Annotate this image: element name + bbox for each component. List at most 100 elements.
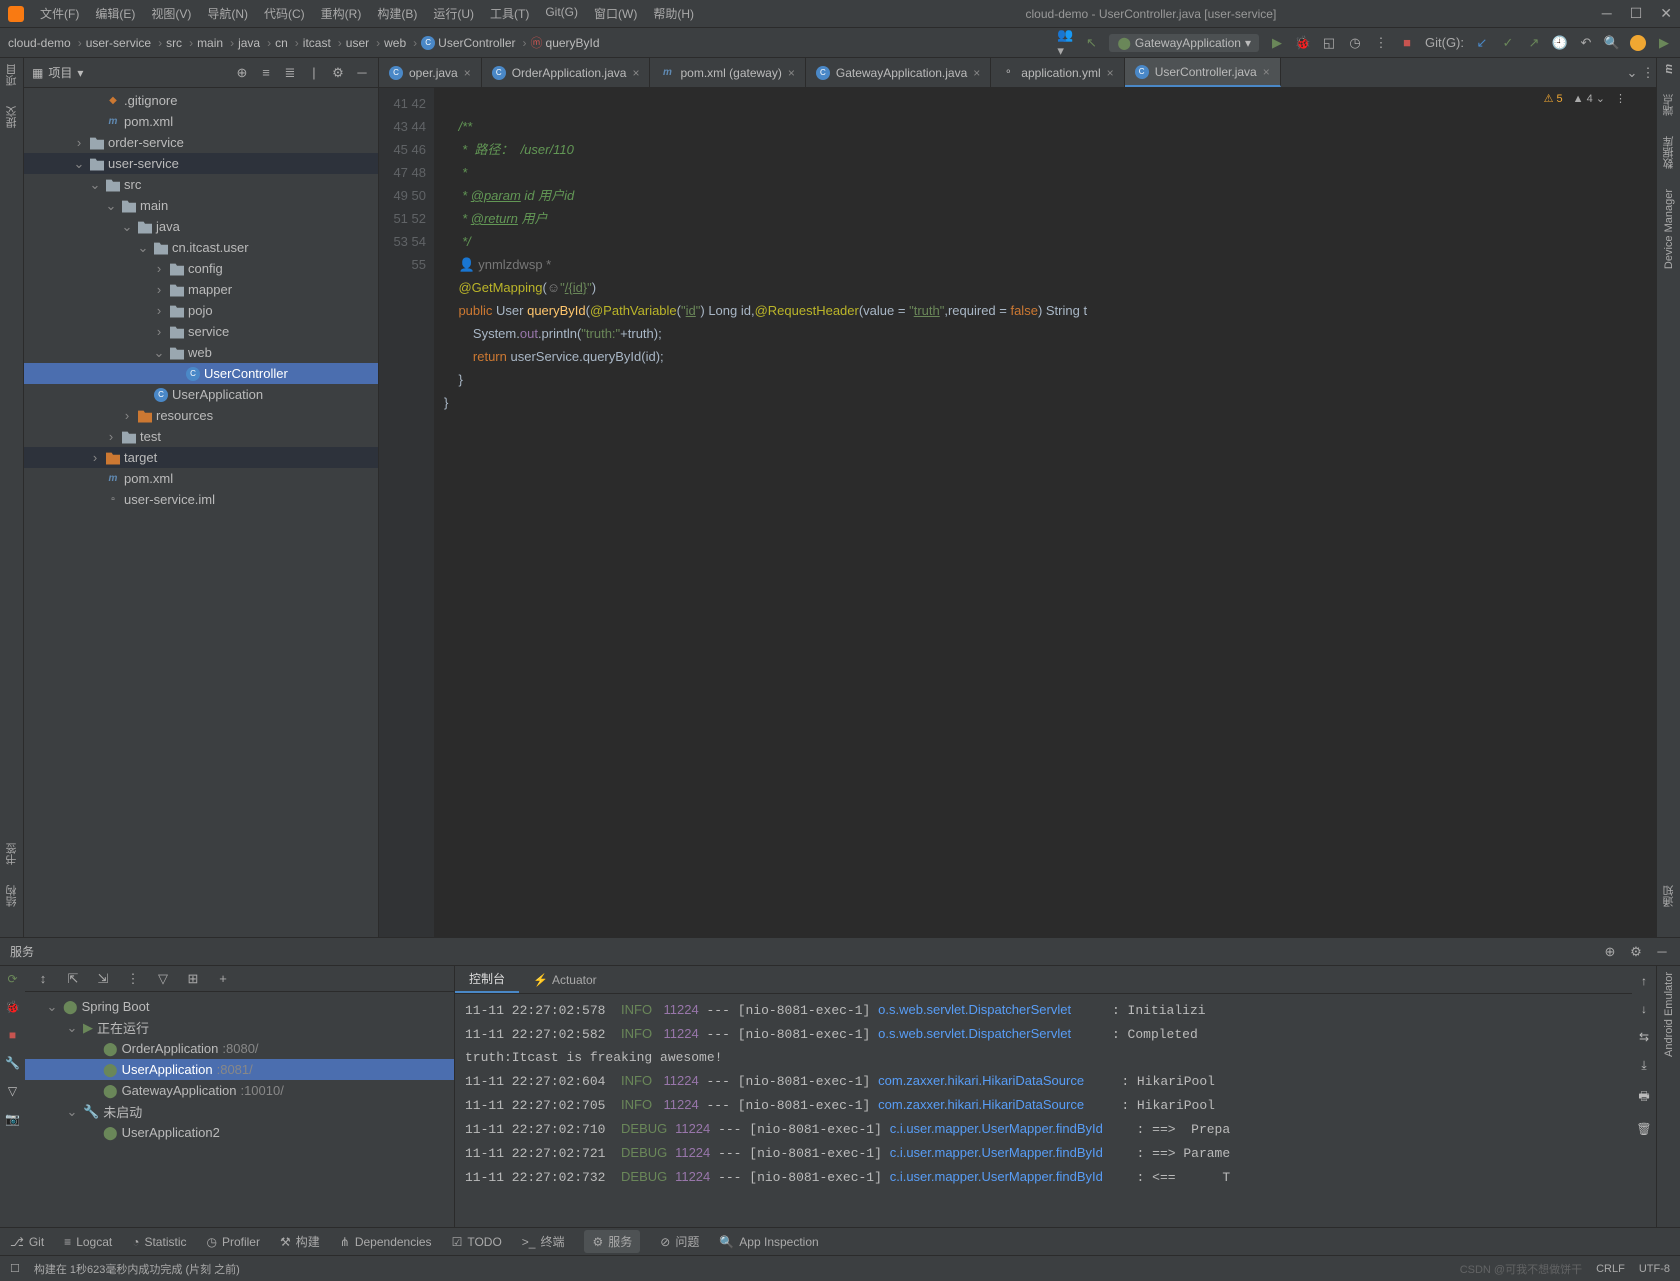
bottom-tab[interactable]: ☑TODO xyxy=(452,1235,502,1249)
git-commit-icon[interactable]: ✓ xyxy=(1500,35,1516,51)
service-node[interactable]: ⌄ 🔧 未启动 xyxy=(25,1101,454,1122)
editor-tab[interactable]: C GatewayApplication.java × xyxy=(806,58,991,87)
stop-icon[interactable]: ■ xyxy=(1399,35,1415,51)
stop-icon[interactable]: ■ xyxy=(9,1028,16,1042)
close-tab-icon[interactable]: × xyxy=(1263,65,1270,79)
profile-icon[interactable]: ◷ xyxy=(1347,35,1363,51)
collapse-icon[interactable]: ≣ xyxy=(282,65,298,81)
breadcrumb-item[interactable]: cn xyxy=(275,36,299,50)
wrench-icon[interactable]: 🔧 xyxy=(5,1056,20,1070)
tree-node[interactable]: ›service xyxy=(24,321,378,342)
bottom-tab[interactable]: ◷Profiler xyxy=(206,1235,260,1249)
tree-node[interactable]: CUserApplication xyxy=(24,384,378,405)
avatar-icon[interactable] xyxy=(1630,35,1646,51)
expand-icon[interactable]: ≡ xyxy=(258,65,274,81)
locate-icon[interactable]: ⊕ xyxy=(234,65,250,81)
toolbar-icon[interactable]: ↕ xyxy=(35,971,51,987)
tab-console[interactable]: 控制台 xyxy=(455,966,519,993)
tree-node[interactable]: ⌄user-service xyxy=(24,153,378,174)
up-icon[interactable]: ↑ xyxy=(1641,974,1647,988)
breadcrumb-item[interactable]: ⓜqueryById xyxy=(531,34,600,51)
breadcrumb-item[interactable]: cloud-demo xyxy=(8,36,82,50)
git-history-icon[interactable]: 🕘 xyxy=(1552,35,1568,51)
run-config-dropdown[interactable]: ⬤GatewayApplication▾ xyxy=(1109,34,1259,52)
service-node[interactable]: ⌄ ▶ 正在运行 xyxy=(25,1017,454,1038)
breadcrumb-item[interactable]: user-service xyxy=(86,36,162,50)
gear-icon[interactable]: ⚙ xyxy=(330,65,346,81)
tab-android-emulator[interactable]: Android Emulator xyxy=(1663,972,1675,1057)
chevron-down-icon[interactable]: ▾ xyxy=(77,66,83,80)
tab-database[interactable]: 数据库 xyxy=(1661,136,1677,169)
editor-tab[interactable]: C oper.java × xyxy=(379,58,482,87)
tab-bookmarks[interactable]: 书签 xyxy=(4,843,20,865)
code-content[interactable]: /** * 路径： /user/110 * * @param id 用户id *… xyxy=(434,88,1656,937)
git-push-icon[interactable]: ↗ xyxy=(1526,35,1542,51)
tree-node[interactable]: ›order-service xyxy=(24,132,378,153)
camera-icon[interactable]: 📷 xyxy=(5,1112,20,1126)
tree-node[interactable]: ›config xyxy=(24,258,378,279)
menu-item[interactable]: 帮助(H) xyxy=(647,3,700,24)
locate-icon[interactable]: ⊕ xyxy=(1602,944,1618,960)
breadcrumb-item[interactable]: CUserController xyxy=(421,36,526,50)
more-icon[interactable]: ⋮ xyxy=(1640,65,1656,81)
rerun-icon[interactable]: ⟳ xyxy=(7,972,17,986)
project-tree[interactable]: ◆.gitignore mpom.xml ›order-service ⌄use… xyxy=(24,88,378,937)
tree-node[interactable]: ›resources xyxy=(24,405,378,426)
toolbar-icon[interactable]: ⊞ xyxy=(185,971,201,987)
git-revert-icon[interactable]: ↶ xyxy=(1578,35,1594,51)
tree-node[interactable]: ◆.gitignore xyxy=(24,90,378,111)
tree-node[interactable]: ⌄web xyxy=(24,342,378,363)
services-tree[interactable]: ⌄ ⬤ Spring Boot ⌄ ▶ 正在运行 ⬤ OrderApplicat… xyxy=(25,992,454,1227)
menu-item[interactable]: 运行(U) xyxy=(427,3,480,24)
breadcrumb-item[interactable]: web xyxy=(384,36,417,50)
bottom-tab[interactable]: ⎇Git xyxy=(10,1235,44,1249)
bottom-tab[interactable]: ⚙服务 xyxy=(584,1230,640,1253)
menu-item[interactable]: Git(G) xyxy=(539,3,584,24)
editor-tab[interactable]: ⚬ application.yml × xyxy=(991,58,1124,87)
menu-item[interactable]: 构建(B) xyxy=(371,3,423,24)
tab-structure[interactable]: 结构 xyxy=(4,885,20,907)
close-icon[interactable]: ✕ xyxy=(1660,5,1672,22)
minimize-icon[interactable]: ─ xyxy=(1602,5,1612,22)
breadcrumb-item[interactable]: src xyxy=(166,36,193,50)
tree-node[interactable]: ›test xyxy=(24,426,378,447)
tree-node[interactable]: mpom.xml xyxy=(24,111,378,132)
bottom-tab[interactable]: ⊘问题 xyxy=(660,1233,699,1250)
bottom-tab[interactable]: ◔Statistic xyxy=(132,1235,186,1249)
tree-node[interactable]: CUserController xyxy=(24,363,378,384)
bottom-tab[interactable]: >_终端 xyxy=(522,1233,565,1250)
breadcrumb-item[interactable]: user xyxy=(346,36,380,50)
tab-notifications[interactable]: 通知 xyxy=(1661,885,1677,907)
editor-tab[interactable]: C UserController.java × xyxy=(1125,58,1281,87)
breadcrumb-item[interactable]: itcast xyxy=(303,36,342,50)
tree-node[interactable]: ▫user-service.iml xyxy=(24,489,378,510)
tree-node[interactable]: mpom.xml xyxy=(24,468,378,489)
menu-item[interactable]: 编辑(E) xyxy=(89,3,141,24)
inspection-indicators[interactable]: ⚠ 5 ▲ 4 ⌄ ⋮ xyxy=(1544,92,1626,105)
service-node[interactable]: ⬤ OrderApplication :8080/ xyxy=(25,1038,454,1059)
status-encoding[interactable]: UTF-8 xyxy=(1639,1263,1670,1275)
service-node[interactable]: ⌄ ⬤ Spring Boot xyxy=(25,996,454,1017)
maximize-icon[interactable]: ☐ xyxy=(1630,5,1643,22)
tree-node[interactable]: ⌄src xyxy=(24,174,378,195)
toolbar-icon[interactable]: ⇲ xyxy=(95,971,111,987)
git-update-icon[interactable]: ↙ xyxy=(1474,35,1490,51)
bottom-tab[interactable]: 🔍App Inspection xyxy=(719,1235,818,1249)
tab-commit[interactable]: 提交 xyxy=(4,106,20,128)
close-tab-icon[interactable]: × xyxy=(632,66,639,80)
service-node[interactable]: ⬤ UserApplication2 xyxy=(25,1122,454,1143)
search-icon[interactable]: 🔍 xyxy=(1604,35,1620,51)
chevron-down-icon[interactable]: ⌄ xyxy=(1624,65,1640,81)
toolbar-icon[interactable]: ▽ xyxy=(155,971,171,987)
close-tab-icon[interactable]: × xyxy=(464,66,471,80)
down-icon[interactable]: ↓ xyxy=(1641,1002,1647,1016)
wrap-icon[interactable]: ⇆ xyxy=(1639,1030,1649,1044)
service-node[interactable]: ⬤ UserApplication :8081/ xyxy=(25,1059,454,1080)
console-output[interactable]: 11-11 22:27:02:578 INFO 11224 --- [nio-8… xyxy=(455,994,1632,1227)
scroll-icon[interactable]: ⤓ xyxy=(1641,1058,1646,1073)
menu-item[interactable]: 代码(C) xyxy=(258,3,311,24)
menu-item[interactable]: 窗口(W) xyxy=(588,3,643,24)
gear-icon[interactable]: ⚙ xyxy=(1628,944,1644,960)
menu-item[interactable]: 视图(V) xyxy=(145,3,197,24)
emulator-icon[interactable]: ▶ xyxy=(1656,35,1672,51)
